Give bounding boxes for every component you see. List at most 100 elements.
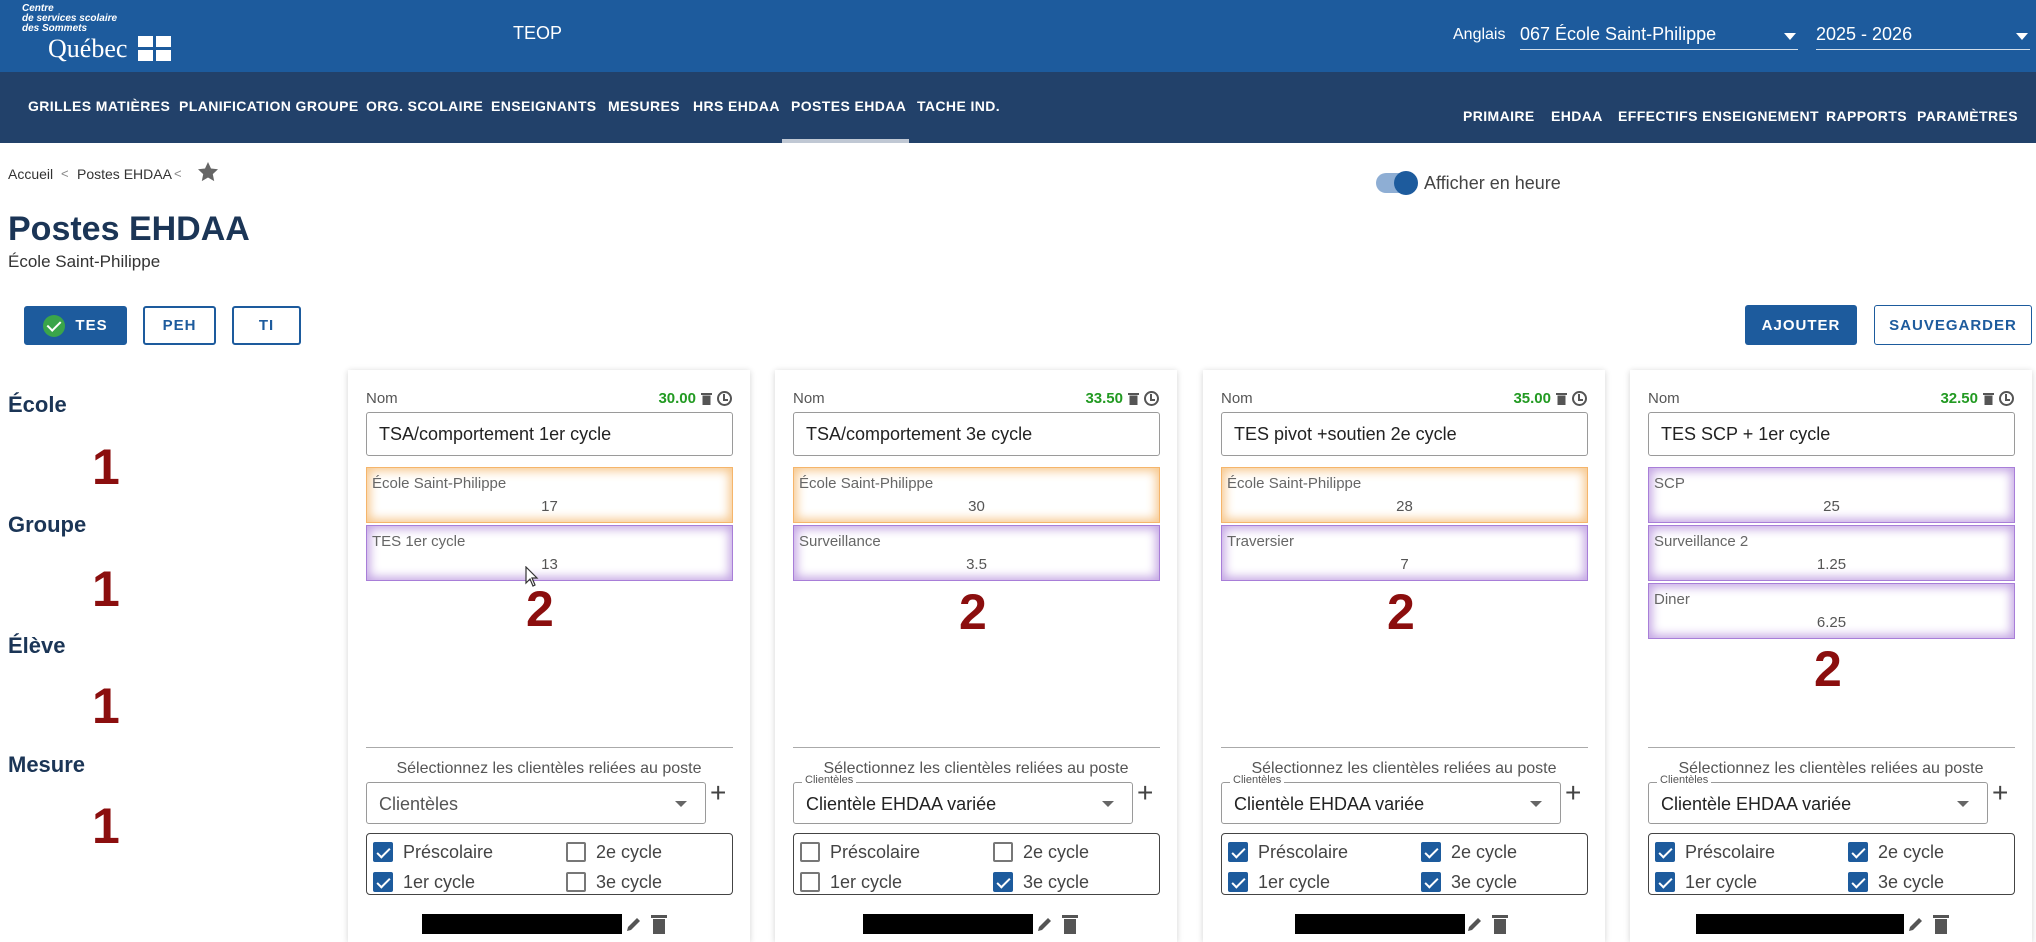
school-select[interactable]: 067 École Saint-Philippe [1520, 20, 1798, 50]
checkbox-2e-cycle[interactable] [566, 842, 586, 862]
clientele-select[interactable]: Clientèles Clientèle EHDAA variée [793, 774, 1133, 824]
history-icon[interactable] [717, 391, 732, 406]
school-select-value: 067 École Saint-Philippe [1520, 24, 1717, 44]
favorite-star-icon[interactable] [196, 160, 220, 184]
page-title: Postes EHDAA [8, 210, 250, 248]
add-clientele-icon[interactable]: + [1565, 778, 1581, 808]
allocation-value: 1.25 [1816, 556, 1847, 573]
delete-trash-icon[interactable] [1932, 913, 1950, 935]
allocation-item[interactable]: Surveillance 2 1.25 [1648, 525, 2015, 581]
allocation-label: TES 1er cycle [372, 533, 466, 550]
nav-mesures[interactable]: MESURES [608, 98, 680, 114]
redacted-block [1295, 914, 1465, 934]
checkbox-2e-cycle[interactable] [1421, 842, 1441, 862]
history-icon[interactable] [1144, 391, 1159, 406]
delete-trash-icon[interactable] [650, 913, 668, 935]
year-select[interactable]: 2025 - 2026 [1816, 20, 2030, 50]
nav-org-scolaire[interactable]: ORG. SCOLAIRE [366, 98, 483, 114]
allocation-item[interactable]: Surveillance 3.5 [793, 525, 1160, 581]
divider [1648, 747, 2015, 748]
save-button[interactable]: SAUVEGARDER [1874, 305, 2032, 345]
clientele-select[interactable]: Clientèles Clientèle EHDAA variée [1221, 774, 1561, 824]
hours-toggle[interactable] [1376, 171, 1418, 195]
hours-total: 35.00 [1513, 390, 1551, 407]
add-button[interactable]: AJOUTER [1745, 305, 1857, 345]
allocation-value: 30 [968, 498, 985, 515]
allocation-item[interactable]: École Saint-Philippe 28 [1221, 467, 1588, 523]
nav-rapports[interactable]: RAPPORTS [1826, 108, 1907, 124]
checkbox-2e-cycle[interactable] [993, 842, 1013, 862]
nav-tache-ind[interactable]: TACHE IND. [917, 98, 1000, 114]
checkbox-prescolaire[interactable] [1228, 842, 1248, 862]
nav-primaire[interactable]: PRIMAIRE [1463, 108, 1535, 124]
history-icon[interactable] [1999, 391, 2014, 406]
checkbox-3e-cycle[interactable] [566, 872, 586, 892]
nav-ehdaa[interactable]: EHDAA [1551, 108, 1603, 124]
tab-ti[interactable]: TI [232, 306, 301, 345]
trash-icon[interactable] [1128, 392, 1139, 405]
allocation-item[interactable]: Traversier 7 [1221, 525, 1588, 581]
checkbox-3e-cycle[interactable] [1848, 872, 1868, 892]
checkbox-2e-cycle[interactable] [1848, 842, 1868, 862]
add-clientele-icon[interactable]: + [1992, 778, 2008, 808]
edit-pencil-icon[interactable] [624, 914, 644, 934]
checkbox-prescolaire[interactable] [1655, 842, 1675, 862]
nav-hrs-ehdaa[interactable]: HRS EHDAA [693, 98, 780, 114]
checkbox-prescolaire[interactable] [800, 842, 820, 862]
add-clientele-icon[interactable]: + [710, 778, 726, 808]
nav-planification-groupe[interactable]: PLANIFICATION GROUPE [179, 98, 359, 114]
tab-tes-label: TES [75, 317, 108, 334]
redacted-block [1696, 914, 1904, 934]
allocation-item[interactable]: École Saint-Philippe 17 [366, 467, 733, 523]
delete-trash-icon[interactable] [1061, 913, 1079, 935]
checkbox-prescolaire[interactable] [373, 842, 393, 862]
clientele-select[interactable]: Clientèles [366, 782, 706, 824]
edit-pencil-icon[interactable] [1035, 914, 1055, 934]
trash-icon[interactable] [1983, 392, 1994, 405]
edit-pencil-icon[interactable] [1906, 914, 1926, 934]
allocation-item[interactable]: TES 1er cycle 13 [366, 525, 733, 581]
quebec-logo[interactable]: Centre de services scolaire des Sommets … [20, 4, 180, 64]
chevron-down-icon [1784, 33, 1796, 40]
checkbox-label: 1er cycle [403, 872, 476, 892]
allocation-item[interactable]: École Saint-Philippe 30 [793, 467, 1160, 523]
history-icon[interactable] [1572, 391, 1587, 406]
nav-active-indicator [782, 139, 909, 143]
breadcrumb-home[interactable]: Accueil [8, 166, 53, 182]
clientele-legend: Clientèles [1230, 774, 1285, 786]
poste-name-input[interactable]: TES SCP + 1er cycle [1648, 412, 2015, 456]
nav-grilles-matieres[interactable]: GRILLES MATIÈRES [28, 98, 170, 114]
checkbox-1er-cycle[interactable] [373, 872, 393, 892]
checkbox-1er-cycle[interactable] [800, 872, 820, 892]
poste-name-input[interactable]: TSA/comportement 3e cycle [793, 412, 1160, 456]
nav-postes-ehdaa[interactable]: POSTES EHDAA [791, 98, 906, 114]
delete-trash-icon[interactable] [1491, 913, 1509, 935]
clientele-select[interactable]: Clientèles Clientèle EHDAA variée [1648, 774, 1988, 824]
app-title: TEOP [513, 23, 563, 43]
trash-icon[interactable] [701, 392, 712, 405]
clientele-value: Clientèle EHDAA variée [1661, 794, 1852, 814]
allocation-item[interactable]: SCP 25 [1648, 467, 2015, 523]
nav-parametres[interactable]: PARAMÈTRES [1917, 108, 2018, 124]
trash-icon[interactable] [1556, 392, 1567, 405]
allocation-label: École Saint-Philippe [1227, 475, 1362, 492]
nav-enseignants[interactable]: ENSEIGNANTS [491, 98, 597, 114]
tab-tes[interactable]: TES [24, 306, 127, 345]
allocation-item[interactable]: Diner 6.25 [1648, 583, 2015, 639]
edit-pencil-icon[interactable] [1465, 914, 1485, 934]
label-eleve: Élève [8, 633, 66, 658]
poste-name-input[interactable]: TES pivot +soutien 2e cycle [1221, 412, 1588, 456]
checkbox-label: 2e cycle [1023, 842, 1090, 862]
checkbox-1er-cycle[interactable] [1655, 872, 1675, 892]
fleur-de-lis-flag-icon [138, 36, 172, 62]
checkbox-label: 2e cycle [1878, 842, 1945, 862]
add-clientele-icon[interactable]: + [1137, 778, 1153, 808]
select-clienteles-text: Sélectionnez les clientèles reliées au p… [396, 760, 702, 777]
checkbox-3e-cycle[interactable] [1421, 872, 1441, 892]
language-toggle[interactable]: Anglais [1453, 26, 1505, 44]
checkbox-1er-cycle[interactable] [1228, 872, 1248, 892]
nav-effectifs-enseignement[interactable]: EFFECTIFS ENSEIGNEMENT [1618, 108, 1819, 124]
poste-name-input[interactable]: TSA/comportement 1er cycle [366, 412, 733, 456]
checkbox-3e-cycle[interactable] [993, 872, 1013, 892]
tab-peh[interactable]: PEH [143, 306, 216, 345]
